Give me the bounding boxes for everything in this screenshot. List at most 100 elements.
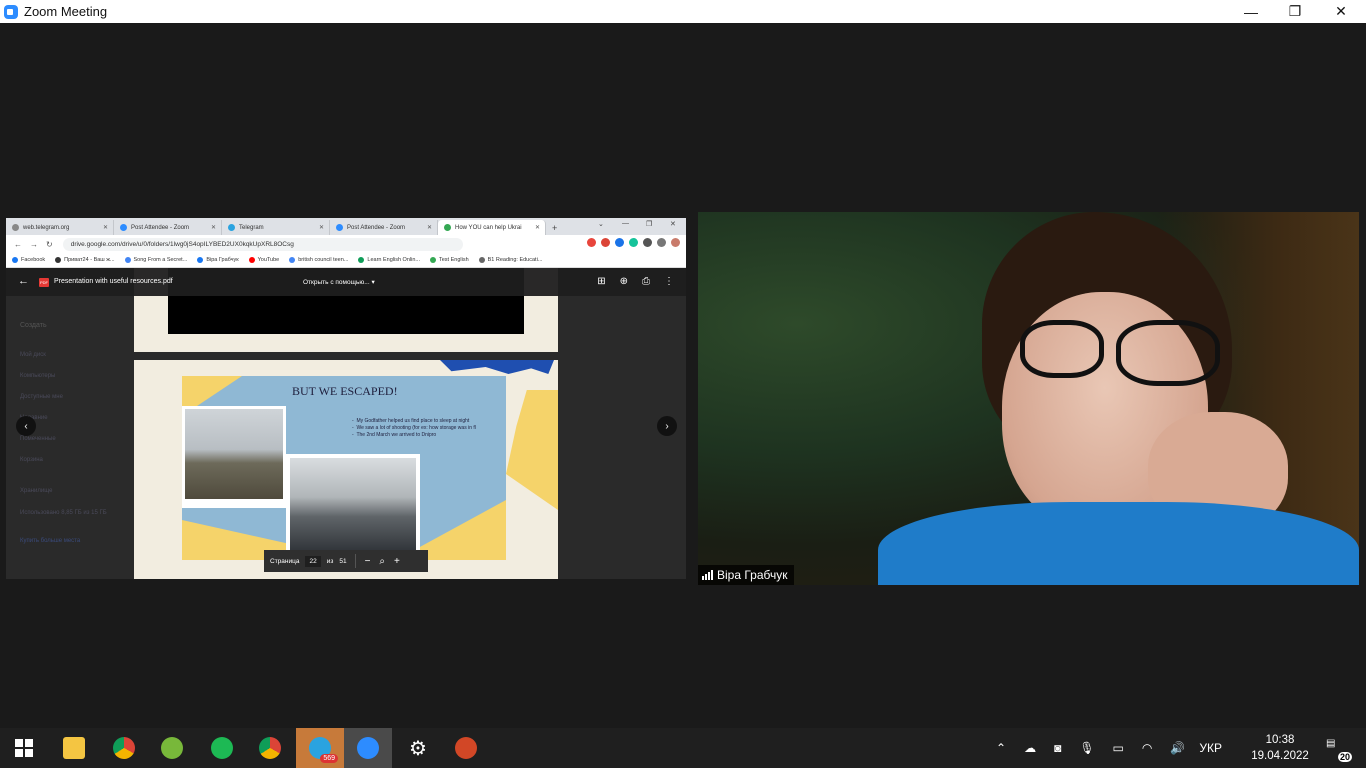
extension-icon[interactable]: [629, 238, 638, 247]
extension-icon[interactable]: [615, 238, 624, 247]
microphone-icon[interactable]: 🎙: [1079, 741, 1094, 755]
browser-tab[interactable]: Telegram ✕: [222, 220, 330, 235]
folder-icon: [63, 737, 85, 759]
drive-sidebar-item: Хранилище: [20, 488, 53, 494]
drive-icon: [444, 224, 451, 231]
close-icon[interactable]: ✕: [103, 224, 108, 231]
taskbar-chrome-profile[interactable]: [246, 728, 294, 768]
taskbar-clock[interactable]: 10:38 19.04.2022: [1248, 732, 1312, 764]
pdf-filename: Presentation with useful resources.pdf: [54, 278, 173, 285]
bookmark-icon: [429, 257, 436, 263]
close-icon[interactable]: ✕: [211, 224, 216, 231]
onedrive-icon[interactable]: ☁: [1024, 741, 1036, 755]
participant-name: Віра Грабчук: [717, 568, 788, 582]
open-with-button[interactable]: Открыть с помощью... ▾: [303, 278, 375, 286]
more-options-icon[interactable]: ⋮: [664, 276, 674, 287]
zoom-icon[interactable]: ⌕: [379, 556, 385, 567]
slide-photo: [286, 454, 420, 560]
taskbar-powerpoint[interactable]: [442, 728, 490, 768]
close-icon[interactable]: ✕: [427, 224, 432, 231]
clock-time: 10:38: [1265, 734, 1295, 746]
previous-file-button[interactable]: ‹: [16, 416, 36, 436]
taskbar-spotify[interactable]: [198, 728, 246, 768]
bookmark[interactable]: Learn English Onlin...: [358, 257, 420, 263]
avatar[interactable]: [671, 238, 680, 247]
reload-icon[interactable]: ↻: [46, 240, 53, 249]
taskbar-zoom[interactable]: [344, 728, 392, 768]
bookmark[interactable]: Facebook: [12, 257, 45, 263]
sidebar-icon[interactable]: [657, 238, 666, 247]
chevron-down-icon[interactable]: ⌄: [598, 220, 604, 228]
slide-bullet: - The 2nd March we arrived to Dnipro: [352, 432, 437, 438]
bookmark[interactable]: YouTube: [248, 257, 279, 263]
start-button[interactable]: [0, 728, 48, 768]
close-icon[interactable]: ✕: [535, 224, 540, 231]
participant-video[interactable]: Віра Грабчук: [698, 212, 1359, 585]
slide-photo: [182, 406, 286, 508]
bookmark[interactable]: B1 Reading: Educati...: [478, 257, 542, 263]
minimize-icon[interactable]: —: [622, 220, 629, 227]
next-file-button[interactable]: ›: [657, 416, 677, 436]
pdf-file-icon: PDF: [39, 278, 49, 287]
restore-icon[interactable]: ❐: [646, 220, 652, 228]
page-current[interactable]: 22: [305, 555, 321, 567]
back-arrow-icon[interactable]: ←: [14, 240, 22, 249]
taskbar-settings[interactable]: ⚙: [394, 728, 442, 768]
url-field[interactable]: drive.google.com/drive/u/0/folders/1lwg0…: [62, 237, 463, 251]
pdf-actions: ⊞ ⊕ ⎙ ⋮: [597, 276, 674, 287]
close-button[interactable]: ✕: [1318, 0, 1364, 23]
zoom-icon: [336, 224, 343, 231]
notification-center-button[interactable]: ▤ 20: [1326, 738, 1352, 762]
zoom-titlebar: Zoom Meeting — ❐ ✕: [0, 0, 1366, 23]
facebook-icon: [12, 257, 18, 263]
taskbar-explorer[interactable]: [50, 728, 98, 768]
add-comment-icon[interactable]: ⊕: [620, 276, 628, 287]
zoom-icon: [357, 737, 379, 759]
extension-icon[interactable]: [587, 238, 596, 247]
minimize-button[interactable]: —: [1228, 0, 1274, 23]
globe-icon: [12, 224, 19, 231]
close-icon[interactable]: ✕: [319, 224, 324, 231]
taskbar-utorrent[interactable]: [148, 728, 196, 768]
forward-arrow-icon[interactable]: →: [30, 240, 38, 249]
bookmark[interactable]: Test English: [429, 257, 469, 263]
zoom-icon: [120, 224, 127, 231]
gear-icon: ⚙: [409, 737, 427, 760]
print-icon[interactable]: ⎙: [642, 276, 650, 287]
notification-count: 20: [1337, 752, 1352, 762]
taskbar-telegram[interactable]: 569: [296, 728, 344, 768]
windows-taskbar: 569 ⚙ ⌃ ☁ ◙ 🎙 ▭ ◠ 🔊 УКР 10:38 19.04.2022…: [0, 728, 1366, 768]
bookmark[interactable]: Віра Грабчук: [197, 257, 239, 263]
back-arrow-icon[interactable]: ←: [18, 275, 29, 287]
bookmark[interactable]: Song From a Secret...: [124, 257, 187, 263]
language-indicator[interactable]: УКР: [1199, 741, 1222, 755]
extension-icon[interactable]: [601, 238, 610, 247]
restore-button[interactable]: ❐: [1272, 0, 1318, 23]
puzzle-icon[interactable]: [643, 238, 652, 247]
wifi-icon[interactable]: ◠: [1142, 741, 1152, 755]
new-tab-button[interactable]: +: [552, 220, 557, 235]
taskbar-chrome[interactable]: [100, 728, 148, 768]
browser-tab[interactable]: Post Attendee - Zoom ✕: [330, 220, 438, 235]
chrome-icon: [113, 737, 135, 759]
slide-bullet: - My Godfather helped us find place to s…: [352, 418, 470, 424]
add-to-drive-icon[interactable]: ⊞: [597, 276, 605, 287]
pdf-page-current: BUT WE ESCAPED! - My Godfather helped us…: [134, 360, 558, 579]
browser-tab[interactable]: web.telegram.org ✕: [6, 220, 114, 235]
window-title: Zoom Meeting: [24, 4, 108, 19]
meeting-stage: web.telegram.org ✕ Post Attendee - Zoom ✕ …: [0, 23, 1366, 728]
browser-tab[interactable]: Post Attendee - Zoom ✕: [114, 220, 222, 235]
camera-icon[interactable]: ◙: [1054, 741, 1061, 755]
page-of-label: из: [326, 557, 334, 565]
battery-icon[interactable]: ▭: [1113, 741, 1124, 755]
browser-tab-active[interactable]: How YOU can help Ukrai ✕: [438, 220, 546, 235]
slide-heading: BUT WE ESCAPED!: [292, 384, 398, 398]
volume-icon[interactable]: 🔊: [1170, 741, 1185, 755]
chevron-up-icon[interactable]: ⌃: [996, 741, 1006, 755]
zoom-out-button[interactable]: −: [365, 556, 371, 567]
telegram-icon: [228, 224, 235, 231]
bookmark[interactable]: british council teen...: [289, 257, 348, 263]
close-icon[interactable]: ✕: [670, 220, 676, 228]
zoom-in-button[interactable]: +: [394, 556, 400, 567]
bookmark[interactable]: Приват24 - Ваш ж...: [55, 257, 115, 263]
